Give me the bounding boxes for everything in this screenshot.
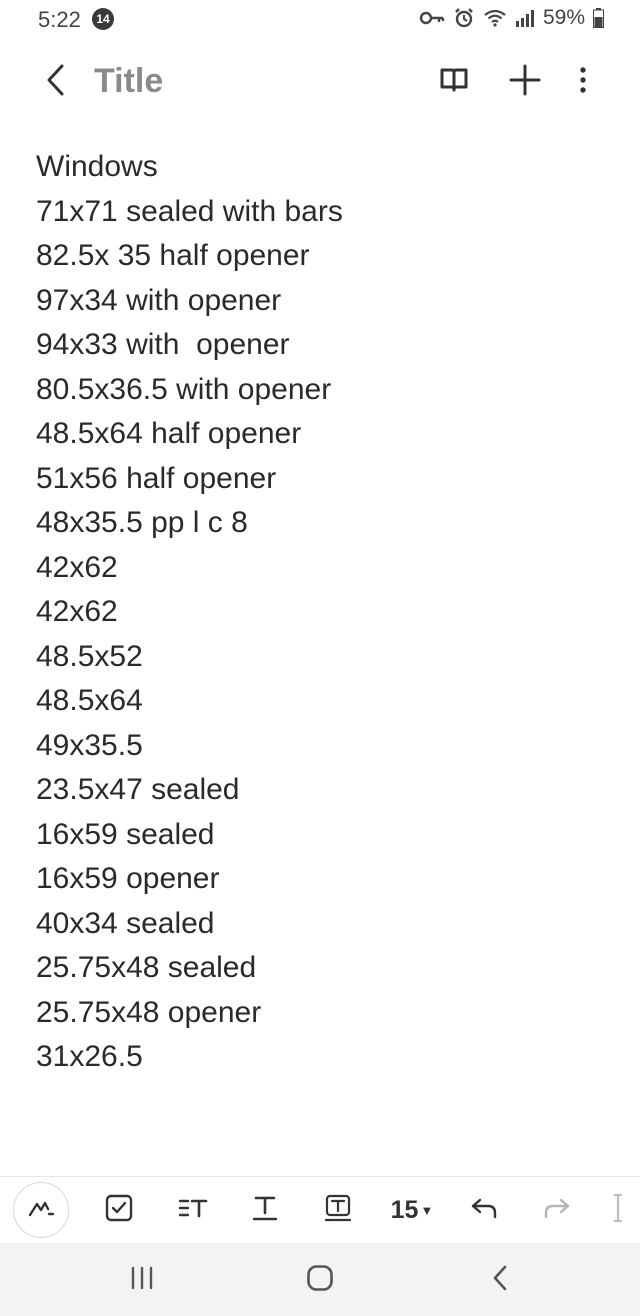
note-line: 25.75x48 sealed [36,951,257,984]
note-line: 49x35.5 [36,728,143,762]
note-line: 25.75x48 opener [36,995,262,1029]
note-line: 16x59 opener [36,862,220,895]
text-style-icon [178,1196,208,1225]
status-bar: 5:22 14 59% [0,0,640,40]
note-line: 51x56 half opener [36,461,277,495]
wifi-icon [483,8,507,28]
note-line: 42x62 [36,595,118,628]
undo-icon [470,1196,498,1225]
pen-mode-button[interactable] [13,1182,69,1238]
reading-mode-button[interactable] [434,62,474,102]
note-line: 82.5x 35 half opener [36,239,310,272]
redo-icon [543,1196,571,1225]
reading-mode-icon [439,67,469,98]
more-options-button[interactable] [563,62,603,102]
redo-button[interactable] [532,1185,582,1235]
add-icon [509,64,541,101]
note-title[interactable]: Title [94,62,163,101]
system-back-button[interactable] [470,1257,530,1303]
more-tools-icon [611,1193,625,1228]
more-tools-button[interactable] [598,1185,638,1235]
note-line: 23.5x47 sealed [36,773,240,806]
back-icon [45,64,67,101]
undo-button[interactable] [459,1185,509,1235]
text-box-button[interactable] [313,1185,363,1235]
checkbox-icon [105,1194,133,1227]
note-line: 48.5x52 [36,639,143,673]
text-format-icon [252,1194,278,1227]
home-button[interactable] [290,1257,350,1303]
status-icons: 59% [419,6,604,30]
note-line: 40x34 sealed [36,906,215,940]
caret-down-icon: ▼ [420,1202,434,1218]
note-line: 16x59 sealed [36,817,215,851]
note-line: 97x34 with opener [36,283,282,317]
add-button[interactable] [505,62,545,102]
text-box-icon [324,1194,352,1227]
notification-count-badge: 14 [92,8,114,30]
text-style-button[interactable] [168,1185,218,1235]
note-line: 48.5x64 half opener [36,417,302,450]
recent-apps-icon [129,1266,155,1295]
note-line: 71x71 sealed with bars [36,194,343,228]
battery-percentage: 59% [542,6,585,29]
battery-icon [593,8,604,28]
note-line: Windows [36,150,158,183]
note-line: 48.5x64 [36,684,143,717]
note-line: 42x62 [36,550,118,584]
note-line: 94x33 with opener [36,328,290,361]
recent-apps-button[interactable] [112,1257,172,1303]
note-line: 80.5x36.5 with opener [36,372,332,406]
note-line: 31x26.5 [36,1040,143,1073]
note-body-editor[interactable]: Windows 71x71 sealed with bars 82.5x 35 ha… [36,145,606,1080]
note-line: 48x35.5 pp l c 8 [36,506,248,539]
more-icon [579,66,587,99]
app-bar: Title [0,50,640,114]
font-size-selector[interactable]: 15 ▼ [384,1185,440,1235]
editing-toolbar: 15 ▼ [0,1176,640,1243]
system-back-icon [491,1264,509,1297]
home-icon [306,1264,334,1297]
system-navigation-bar [0,1243,640,1316]
alarm-icon [453,7,475,29]
signal-icon [515,9,535,27]
text-format-button[interactable] [240,1185,290,1235]
back-button[interactable] [36,62,76,102]
font-size-value: 15 [390,1195,419,1224]
key-icon [419,10,445,26]
pen-icon [27,1197,55,1224]
checkbox-button[interactable] [94,1185,144,1235]
status-time: 5:22 [38,7,81,32]
